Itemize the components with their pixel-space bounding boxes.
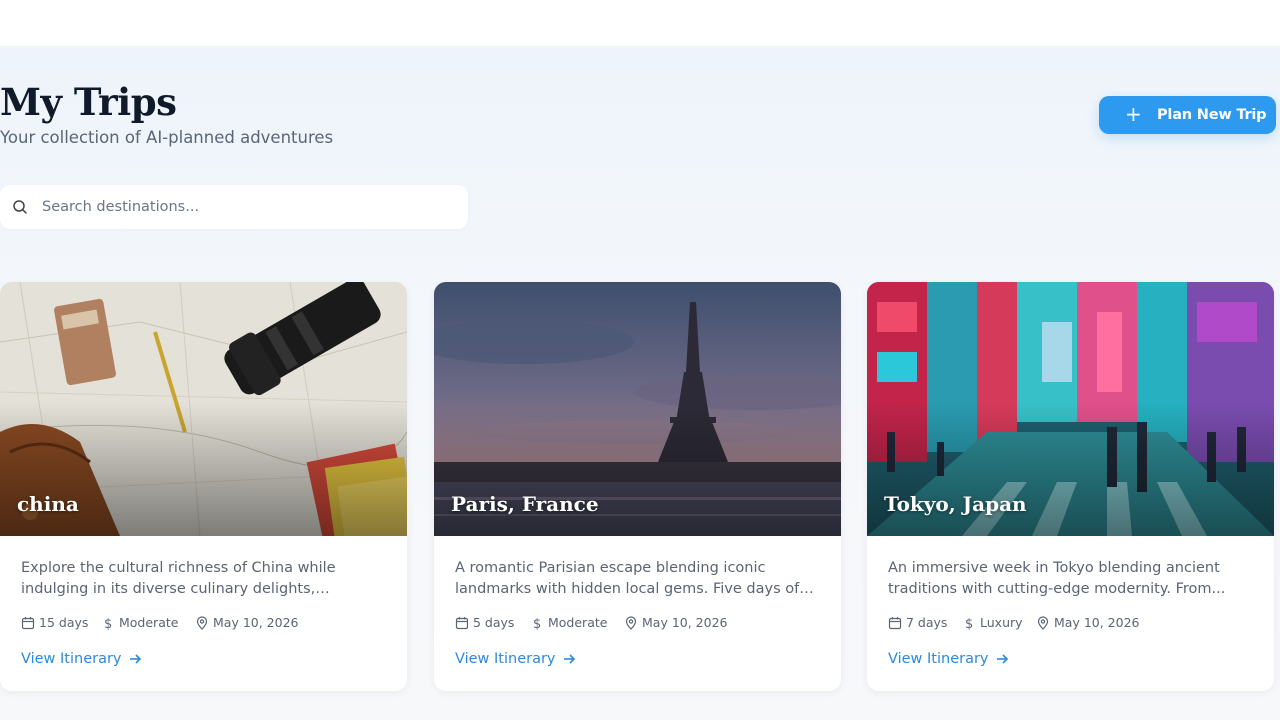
trip-card-china[interactable]: china Explore the cultural richness of C… <box>0 282 407 691</box>
trip-date: May 10, 2026 <box>195 615 298 630</box>
location-pin-icon <box>625 615 637 630</box>
location-pin-icon <box>196 615 208 630</box>
duration-text: 15 days <box>39 615 89 630</box>
trip-date: May 10, 2026 <box>1036 615 1139 630</box>
svg-text:$: $ <box>104 617 112 630</box>
view-itinerary-link[interactable]: View Itinerary <box>888 651 1009 667</box>
location-pin-icon <box>1037 615 1049 630</box>
budget-text: Moderate <box>548 615 608 630</box>
trip-duration: 7 days <box>888 615 947 630</box>
duration-text: 7 days <box>906 615 948 630</box>
trip-budget: $ Moderate <box>530 615 607 630</box>
arrow-right-icon <box>996 654 1008 664</box>
trip-duration: 5 days <box>455 615 514 630</box>
trip-name: china <box>17 492 79 516</box>
trip-duration: 15 days <box>21 615 88 630</box>
trip-name: Paris, France <box>451 492 599 516</box>
view-itinerary-label: View Itinerary <box>21 651 122 667</box>
view-itinerary-label: View Itinerary <box>455 651 556 667</box>
view-itinerary-link[interactable]: View Itinerary <box>455 651 576 667</box>
trip-budget: $ Moderate <box>101 615 178 630</box>
page-title: My Trips <box>0 80 177 124</box>
calendar-icon <box>455 616 469 629</box>
view-itinerary-label: View Itinerary <box>888 651 989 667</box>
trip-name: Tokyo, Japan <box>884 492 1027 516</box>
search-icon <box>13 200 27 214</box>
plan-new-trip-label: Plan New Trip <box>1157 107 1267 123</box>
trip-date: May 10, 2026 <box>624 615 727 630</box>
duration-text: 5 days <box>473 615 515 630</box>
view-itinerary-link[interactable]: View Itinerary <box>21 651 142 667</box>
calendar-icon <box>888 616 902 629</box>
calendar-icon <box>21 616 35 629</box>
trip-description: An immersive week in Tokyo blending anci… <box>888 560 1226 597</box>
arrow-right-icon <box>129 654 141 664</box>
trip-card-paris[interactable]: Paris, France A romantic Parisian escape… <box>434 282 841 691</box>
plus-icon: + <box>1125 102 1142 126</box>
page-subtitle: Your collection of AI-planned adventures <box>0 128 334 147</box>
trip-budget: $ Luxury <box>962 615 1023 630</box>
date-text: May 10, 2026 <box>642 615 728 630</box>
dollar-icon: $ <box>965 617 973 630</box>
budget-text: Luxury <box>980 615 1023 630</box>
top-bar <box>0 0 1280 46</box>
trip-description: Explore the cultural richness of China w… <box>21 560 336 597</box>
date-text: May 10, 2026 <box>1054 615 1140 630</box>
dollar-icon: $ <box>104 617 112 630</box>
trip-card-tokyo[interactable]: Tokyo, Japan An immersive week in Tokyo … <box>867 282 1274 691</box>
budget-text: Moderate <box>119 615 179 630</box>
date-text: May 10, 2026 <box>213 615 299 630</box>
dollar-icon: $ <box>533 617 541 630</box>
trip-description: A romantic Parisian escape blending icon… <box>455 560 800 597</box>
svg-text:$: $ <box>965 617 973 630</box>
search-bar <box>0 185 468 229</box>
svg-text:$: $ <box>533 617 541 630</box>
search-input[interactable] <box>42 197 442 217</box>
plan-new-trip-button[interactable]: + Plan New Trip <box>1099 96 1276 134</box>
arrow-right-icon <box>563 654 575 664</box>
